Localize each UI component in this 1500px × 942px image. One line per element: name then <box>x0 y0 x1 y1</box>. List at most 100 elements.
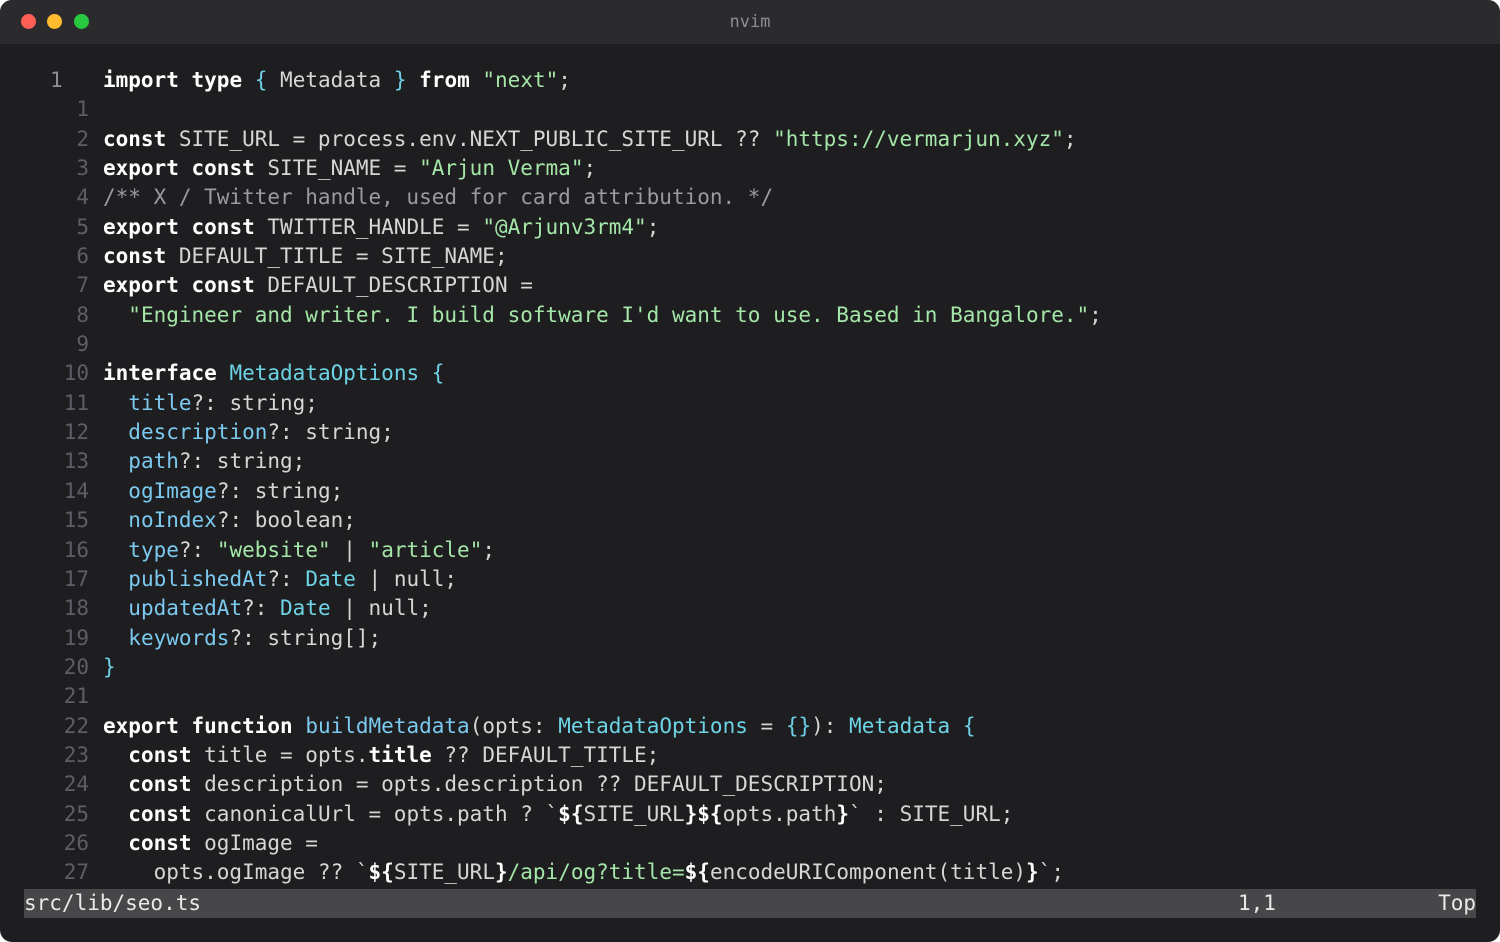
code-token: }${ <box>684 801 723 826</box>
line-number: 27 <box>63 860 89 885</box>
code-text[interactable]: export function buildMetadata(opts: Meta… <box>103 712 976 741</box>
line-number: 23 <box>63 742 89 767</box>
code-text[interactable]: export const TWITTER_HANDLE = "@Arjunv3r… <box>103 213 659 242</box>
code-text[interactable]: "Engineer and writer. I build software I… <box>103 301 1102 330</box>
code-line[interactable]: 4 /** X / Twitter handle, used for card a… <box>0 183 1500 212</box>
code-line[interactable]: 3 export const SITE_NAME = "Arjun Verma"; <box>0 154 1500 183</box>
code-text[interactable]: ogImage?: string; <box>103 477 343 506</box>
window-title: nvim <box>729 12 771 32</box>
code-line[interactable]: 12 description?: string; <box>0 418 1500 447</box>
code-token: type <box>128 537 179 562</box>
code-token: } <box>1026 860 1039 885</box>
code-line[interactable]: 8 "Engineer and writer. I build software… <box>0 301 1500 330</box>
code-line[interactable]: 26 const ogImage = <box>0 829 1500 858</box>
code-text[interactable]: interface MetadataOptions { <box>103 359 444 388</box>
code-line[interactable]: 14 ogImage?: string; <box>0 477 1500 506</box>
code-token: const <box>191 214 255 239</box>
code-text[interactable]: const ogImage = <box>103 829 318 858</box>
code-line[interactable]: 13 path?: string; <box>0 447 1500 476</box>
code-line[interactable]: 21 <box>0 682 1500 711</box>
code-line[interactable]: 5 export const TWITTER_HANDLE = "@Arjunv3… <box>0 213 1500 242</box>
code-text[interactable]: import type { Metadata } from "next"; <box>103 66 571 95</box>
code-line[interactable]: 11 title?: string; <box>0 389 1500 418</box>
code-token: "website" <box>216 537 331 562</box>
code-token: const <box>191 273 255 298</box>
code-token: import <box>103 68 179 92</box>
line-number: 1 <box>76 97 89 122</box>
code-line[interactable]: 22 export function buildMetadata(opts: Me… <box>0 712 1500 741</box>
code-text[interactable]: type?: "website" | "article"; <box>103 536 495 565</box>
code-token: ; <box>583 156 597 181</box>
code-token: { <box>431 361 445 386</box>
nvim-window: nvim 1 import type { Metadata } from "nex… <box>0 0 1500 942</box>
code-token: ?: string; <box>216 478 344 503</box>
code-line[interactable]: 1 import type { Metadata } from "next"; <box>0 66 1500 95</box>
code-line[interactable]: 23 const title = opts.title ?? DEFAULT_T… <box>0 741 1500 770</box>
code-text[interactable]: export const SITE_NAME = "Arjun Verma"; <box>103 154 596 183</box>
code-text[interactable]: publishedAt?: Date | null; <box>103 565 457 594</box>
code-text[interactable]: noIndex?: boolean; <box>103 506 356 535</box>
code-text[interactable]: opts.ogImage ?? `${SITE_URL}/api/og?titl… <box>103 858 1064 887</box>
code-line[interactable]: 27 opts.ogImage ?? `${SITE_URL}/api/og?t… <box>0 858 1500 887</box>
code-line[interactable]: 17 publishedAt?: Date | null; <box>0 565 1500 594</box>
code-token: noIndex <box>128 508 217 533</box>
line-number: 21 <box>63 684 89 709</box>
code-token: "article" <box>368 537 483 562</box>
code-text[interactable]: keywords?: string[]; <box>103 624 381 653</box>
code-text[interactable]: } <box>103 653 116 682</box>
line-number: 11 <box>63 390 89 415</box>
code-text[interactable]: /** X / Twitter handle, used for card at… <box>103 183 773 212</box>
code-token: path <box>128 449 179 474</box>
code-editor[interactable]: 1 import type { Metadata } from "next"; 1 2… <box>0 66 1500 888</box>
code-line[interactable]: 1 <box>0 95 1500 124</box>
code-token: updatedAt <box>128 596 243 621</box>
code-token: title <box>128 390 192 415</box>
line-number: 26 <box>63 830 89 855</box>
code-line[interactable]: 16 type?: "website" | "article"; <box>0 536 1500 565</box>
line-number: 20 <box>63 654 89 679</box>
code-token: `; <box>1038 860 1064 885</box>
status-cursor-position: 1,1 <box>1238 891 1276 915</box>
code-token: from <box>419 68 470 92</box>
code-line[interactable]: 2 const SITE_URL = process.env.NEXT_PUBLI… <box>0 125 1500 154</box>
line-number: 15 <box>63 508 89 533</box>
code-token: ?: boolean; <box>216 508 356 533</box>
code-text[interactable]: description?: string; <box>103 418 394 447</box>
code-line[interactable]: 19 keywords?: string[]; <box>0 624 1500 653</box>
code-line[interactable]: 9 <box>0 330 1500 359</box>
code-token: buildMetadata <box>305 713 470 738</box>
code-token: const <box>128 742 192 767</box>
code-text[interactable]: updatedAt?: Date | null; <box>103 594 431 623</box>
code-line[interactable]: 20} <box>0 653 1500 682</box>
code-line[interactable]: 15 noIndex?: boolean; <box>0 506 1500 535</box>
code-text[interactable]: export const DEFAULT_DESCRIPTION = <box>103 271 533 300</box>
code-token: title = opts. <box>191 742 369 767</box>
code-token: } <box>836 801 850 826</box>
code-text[interactable]: title?: string; <box>103 389 318 418</box>
code-text[interactable]: const description = opts.description ?? … <box>103 770 887 799</box>
line-number: 12 <box>63 420 89 445</box>
code-text[interactable]: const title = opts.title ?? DEFAULT_TITL… <box>103 741 659 770</box>
code-text[interactable]: const DEFAULT_TITLE = SITE_NAME; <box>103 242 508 271</box>
code-line[interactable]: 18 updatedAt?: Date | null; <box>0 594 1500 623</box>
code-line[interactable]: 25 const canonicalUrl = opts.path ? `${S… <box>0 800 1500 829</box>
code-line[interactable]: 24 const description = opts.description … <box>0 770 1500 799</box>
code-line[interactable]: 7 export const DEFAULT_DESCRIPTION = <box>0 271 1500 300</box>
code-text[interactable]: const canonicalUrl = opts.path ? `${SITE… <box>103 800 1013 829</box>
code-token: "https://vermarjun.xyz" <box>773 126 1064 151</box>
code-line[interactable]: 6 const DEFAULT_TITLE = SITE_NAME; <box>0 242 1500 271</box>
code-text[interactable]: path?: string; <box>103 447 305 476</box>
code-text[interactable]: const SITE_URL = process.env.NEXT_PUBLIC… <box>103 125 1077 154</box>
code-line[interactable]: 10 interface MetadataOptions { <box>0 359 1500 388</box>
